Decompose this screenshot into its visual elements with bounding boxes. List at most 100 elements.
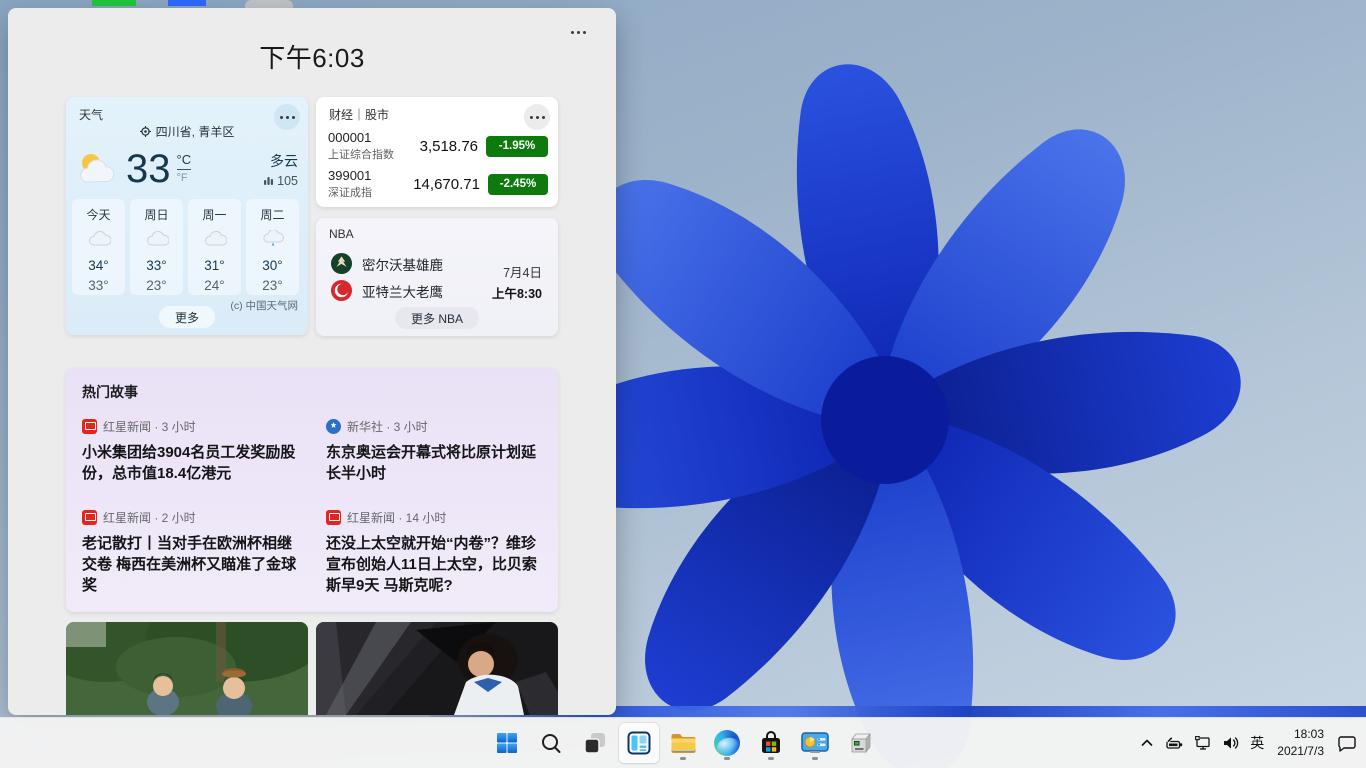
stock-name: 深证成指 <box>328 184 413 200</box>
file-explorer-icon <box>670 732 697 755</box>
desktop: 下午6:03 天气 四川省, 青羊区 <box>0 0 1366 768</box>
rain-icon <box>261 230 285 247</box>
widgets-clock: 下午6:03 <box>8 38 616 75</box>
file-explorer-button[interactable] <box>663 723 703 763</box>
forecast-day-monday[interactable]: 周一 31° 24° <box>188 199 241 295</box>
stock-code: 000001 <box>328 130 416 145</box>
performance-app-icon <box>801 732 829 754</box>
story-item[interactable]: 新华社 · 3 小时 东京奥运会开幕式将比原计划延长半小时 <box>326 418 550 485</box>
story-item[interactable]: 红星新闻 · 14 小时 还没上太空就开始“内卷”？维珍宣布创始人11日上太空，… <box>326 509 550 597</box>
running-indicator <box>768 757 774 760</box>
panel-menu-button[interactable] <box>564 22 592 42</box>
notification-center-button[interactable] <box>1332 723 1362 763</box>
aqi-value: 105 <box>277 174 298 188</box>
nba-widget: NBA 密尔沃基雄鹿 亚特兰大老鹰 7月4日 上午8:30 <box>316 218 558 336</box>
story-meta: 新华社 · 3 小时 <box>347 418 428 435</box>
unit-celsius-toggle[interactable]: °C <box>177 152 192 170</box>
story-item[interactable]: 红星新闻 · 2 小时 老记散打丨当对手在欧洲杯相继交卷 梅西在美洲杯又瞄准了金… <box>82 509 306 597</box>
search-icon <box>539 731 563 755</box>
weather-title: 天气 <box>79 106 103 123</box>
stock-row-sse[interactable]: 000001 上证综合指数 3,518.76 -1.95% <box>328 127 548 165</box>
stock-value: 3,518.76 <box>416 138 486 155</box>
nba-game-time: 7月4日 上午8:30 <box>492 262 542 302</box>
task-view-button[interactable] <box>575 723 615 763</box>
legacy-app-button[interactable] <box>839 723 879 763</box>
story-headline: 老记散打丨当对手在欧洲杯相继交卷 梅西在美洲杯又瞄准了金球奖 <box>82 533 306 597</box>
background-window-blue <box>168 0 206 6</box>
weather-condition: 多云 <box>270 153 298 169</box>
forecast-day-today[interactable]: 今天 34° 33° <box>72 199 125 295</box>
taskbar-clock[interactable]: 18:03 2021/7/3 <box>1269 726 1332 760</box>
widgets-icon <box>627 731 651 755</box>
story-meta: 红星新闻 · 2 小时 <box>103 509 196 526</box>
weather-copyright: (c) 中国天气网 <box>230 298 298 313</box>
story-meta: 红星新闻 · 14 小时 <box>347 509 446 526</box>
running-indicator <box>680 757 686 760</box>
network-icon <box>1194 735 1212 751</box>
stories-title: 热门故事 <box>82 382 542 402</box>
story-item[interactable]: 红星新闻 · 3 小时 小米集团给3904名员工发奖励股份，总市值18.4亿港元 <box>82 418 306 485</box>
cloudy-icon <box>87 230 111 247</box>
story-headline: 还没上太空就开始“内卷”？维珍宣布创始人11日上太空，比贝索斯早9天 马斯克呢? <box>326 533 550 597</box>
weather-current: 33 °C °F 多云 105 <box>76 143 298 195</box>
nba-game-date: 7月4日 <box>492 262 542 281</box>
story-photo-1[interactable] <box>66 622 308 715</box>
bucks-logo-icon <box>330 252 353 275</box>
nba-team-hawks[interactable]: 亚特兰大老鹰 <box>330 279 443 302</box>
store-button[interactable] <box>751 723 791 763</box>
volume-button[interactable] <box>1217 723 1245 763</box>
stock-row-szse[interactable]: 399001 深证成指 14,670.71 -2.45% <box>328 165 548 203</box>
story-photo-2[interactable] <box>316 622 558 715</box>
unit-fahrenheit-toggle[interactable]: °F <box>177 170 192 184</box>
widgets-panel: 下午6:03 天气 四川省, 青羊区 <box>8 8 616 715</box>
performance-app-button[interactable] <box>795 723 835 763</box>
story-meta: 红星新闻 · 3 小时 <box>103 418 196 435</box>
stock-code: 399001 <box>328 168 413 183</box>
partly-cloudy-icon <box>76 150 122 188</box>
battery-button[interactable] <box>1160 723 1189 763</box>
weather-more-button[interactable]: 更多 <box>159 306 215 328</box>
tray-overflow-button[interactable] <box>1134 723 1160 763</box>
cloudy-icon <box>145 230 169 247</box>
ellipsis-icon <box>571 31 586 34</box>
notification-icon <box>1337 734 1357 752</box>
running-indicator <box>724 757 730 760</box>
top-stories-widget: 热门故事 红星新闻 · 3 小时 小米集团给3904名员工发奖励股份，总市值18… <box>66 368 558 612</box>
stock-change-badge: -1.95% <box>486 136 548 157</box>
legacy-setup-icon <box>847 731 872 755</box>
story-headline: 东京奥运会开幕式将比原计划延长半小时 <box>326 442 550 485</box>
stock-name: 上证综合指数 <box>328 146 416 162</box>
ime-indicator[interactable]: 英 <box>1245 723 1269 763</box>
weather-widget: 天气 四川省, 青羊区 33 °C °F <box>66 97 308 335</box>
location-icon <box>140 126 151 137</box>
weather-location: 四川省, 青羊区 <box>156 123 235 140</box>
photo-girl-car <box>316 622 558 715</box>
search-button[interactable] <box>531 723 571 763</box>
widgets-button[interactable] <box>619 723 659 763</box>
weather-location-row[interactable]: 四川省, 青羊区 <box>66 123 308 140</box>
hongxing-news-logo-icon <box>82 510 97 525</box>
aqi-icon <box>263 175 274 186</box>
finance-widget: 财经｜股市 000001 上证综合指数 3,518.76 -1.95% 3990… <box>316 97 558 207</box>
clock-time: 18:03 <box>1277 726 1324 743</box>
hongxing-news-logo-icon <box>326 510 341 525</box>
forecast-day-tuesday[interactable]: 周二 30° 23° <box>246 199 299 295</box>
stock-value: 14,670.71 <box>413 176 488 193</box>
nba-more-button[interactable]: 更多 NBA <box>395 307 479 329</box>
clock-date: 2021/7/3 <box>1277 743 1324 760</box>
edge-button[interactable] <box>707 723 747 763</box>
current-temperature: 33 <box>126 149 171 189</box>
edge-icon <box>714 730 740 756</box>
forecast-day-sunday[interactable]: 周日 33° 23° <box>130 199 183 295</box>
start-button[interactable] <box>487 723 527 763</box>
volume-icon <box>1222 735 1240 751</box>
chevron-up-icon <box>1139 735 1155 751</box>
network-button[interactable] <box>1189 723 1217 763</box>
store-icon <box>759 731 783 755</box>
finance-title: 财经｜股市 <box>329 106 389 123</box>
windows-start-icon <box>495 731 519 755</box>
nba-team-bucks[interactable]: 密尔沃基雄鹿 <box>330 252 443 275</box>
nba-title: NBA <box>329 227 354 241</box>
hawks-logo-icon <box>330 279 353 302</box>
system-tray: 英 18:03 2021/7/3 <box>1134 718 1362 768</box>
